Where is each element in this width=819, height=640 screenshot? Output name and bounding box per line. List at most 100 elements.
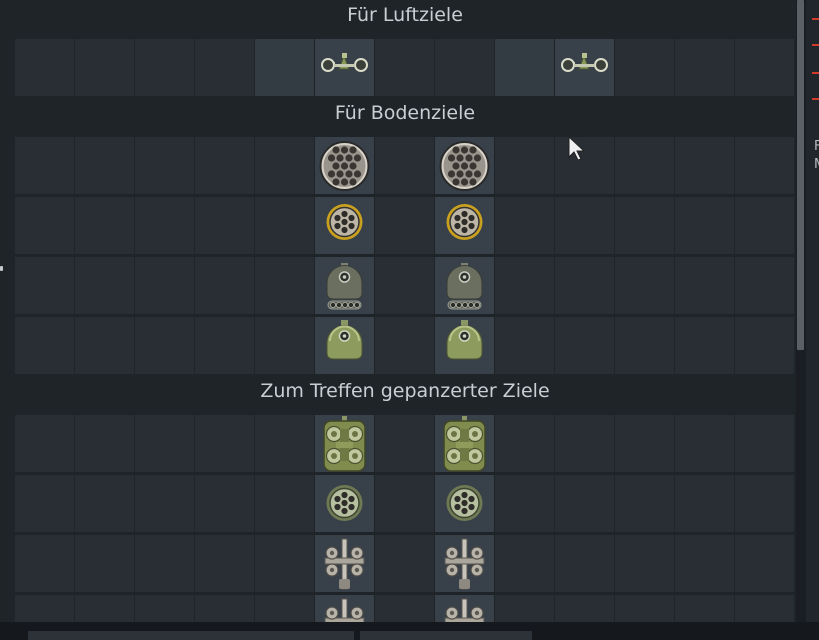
weapon-slot-cell[interactable] <box>375 257 434 314</box>
weapon-slot-cell[interactable] <box>555 257 614 314</box>
weapon-slot-cell[interactable] <box>195 317 254 374</box>
weapon-slot-cell[interactable] <box>555 317 614 374</box>
weapon-slot-cell[interactable] <box>135 257 194 314</box>
weapon-slot-cell[interactable] <box>675 39 734 96</box>
weapon-slot-cell[interactable] <box>735 535 794 592</box>
weapon-slot-cell[interactable] <box>15 535 74 592</box>
weapon-slot-cell[interactable] <box>75 137 134 194</box>
weapon-slot-cell[interactable] <box>75 595 134 622</box>
bottom-tab[interactable] <box>28 631 354 640</box>
weapon-slot-cell[interactable] <box>675 535 734 592</box>
weapon-slot-cell[interactable] <box>555 197 614 254</box>
weapon-slot-cell[interactable] <box>435 535 494 592</box>
weapon-slot-cell[interactable] <box>555 39 614 96</box>
weapon-slot-cell[interactable] <box>675 197 734 254</box>
weapon-slot-cell[interactable] <box>675 595 734 622</box>
weapon-slot-cell[interactable] <box>375 317 434 374</box>
weapon-slot-cell[interactable] <box>615 257 674 314</box>
weapon-slot-cell[interactable] <box>315 197 374 254</box>
weapon-slot-cell[interactable] <box>435 137 494 194</box>
weapon-slot-cell[interactable] <box>735 197 794 254</box>
weapon-slot-cell[interactable] <box>375 39 434 96</box>
weapon-slot-cell[interactable] <box>615 317 674 374</box>
bottom-tab[interactable] <box>360 631 532 640</box>
weapon-slot-cell[interactable] <box>615 197 674 254</box>
weapon-slot-cell[interactable] <box>375 197 434 254</box>
weapon-slot-cell[interactable] <box>615 39 674 96</box>
weapon-slot-cell[interactable] <box>375 595 434 622</box>
weapon-slot-cell[interactable] <box>75 475 134 532</box>
weapon-slot-cell[interactable] <box>255 137 314 194</box>
weapon-slot-cell[interactable] <box>615 535 674 592</box>
weapon-slot-cell[interactable] <box>315 415 374 472</box>
weapon-slot-cell[interactable] <box>15 39 74 96</box>
weapon-slot-cell[interactable] <box>135 475 194 532</box>
weapon-slot-cell[interactable] <box>435 257 494 314</box>
weapon-slot-cell[interactable] <box>135 317 194 374</box>
weapon-slot-cell[interactable] <box>555 415 614 472</box>
weapon-slot-cell[interactable] <box>195 475 254 532</box>
weapon-slot-cell[interactable] <box>255 535 314 592</box>
weapon-slot-cell[interactable] <box>495 535 554 592</box>
weapon-slot-cell[interactable] <box>495 415 554 472</box>
weapon-slot-cell[interactable] <box>615 475 674 532</box>
weapon-slot-cell[interactable] <box>315 317 374 374</box>
weapon-slot-cell[interactable] <box>555 475 614 532</box>
weapon-slot-cell[interactable] <box>735 415 794 472</box>
weapon-slot-cell[interactable] <box>15 595 74 622</box>
weapon-slot-cell[interactable] <box>195 595 254 622</box>
weapon-slot-cell[interactable] <box>435 595 494 622</box>
weapon-slot-cell[interactable] <box>255 197 314 254</box>
weapon-slot-cell[interactable] <box>315 257 374 314</box>
weapon-slot-cell[interactable] <box>435 317 494 374</box>
weapon-slot-cell[interactable] <box>75 257 134 314</box>
weapon-slot-cell[interactable] <box>675 317 734 374</box>
weapon-slot-cell[interactable] <box>495 317 554 374</box>
weapon-slot-cell[interactable] <box>75 535 134 592</box>
weapon-slot-cell[interactable] <box>675 257 734 314</box>
weapon-slot-cell[interactable] <box>255 39 314 96</box>
weapon-slot-cell[interactable] <box>15 475 74 532</box>
weapon-slot-cell[interactable] <box>315 39 374 96</box>
weapon-slot-cell[interactable] <box>195 197 254 254</box>
weapon-slot-cell[interactable] <box>735 595 794 622</box>
weapon-slot-cell[interactable] <box>15 197 74 254</box>
weapon-slot-cell[interactable] <box>375 475 434 532</box>
weapon-slot-cell[interactable] <box>735 317 794 374</box>
weapon-slot-cell[interactable] <box>15 317 74 374</box>
weapon-slot-cell[interactable] <box>375 535 434 592</box>
weapon-slot-cell[interactable] <box>75 197 134 254</box>
weapon-slot-cell[interactable] <box>555 535 614 592</box>
weapon-slot-cell[interactable] <box>195 415 254 472</box>
weapon-slot-cell[interactable] <box>495 39 554 96</box>
weapon-slot-cell[interactable] <box>195 257 254 314</box>
weapon-slot-cell[interactable] <box>255 317 314 374</box>
weapon-slot-cell[interactable] <box>375 137 434 194</box>
weapon-slot-cell[interactable] <box>255 415 314 472</box>
weapon-slot-cell[interactable] <box>675 137 734 194</box>
weapon-slot-cell[interactable] <box>495 137 554 194</box>
weapon-slot-cell[interactable] <box>135 197 194 254</box>
collapse-handle[interactable] <box>0 266 3 271</box>
weapon-slot-cell[interactable] <box>435 415 494 472</box>
weapon-slot-cell[interactable] <box>255 595 314 622</box>
weapon-slot-cell[interactable] <box>495 197 554 254</box>
weapon-slot-cell[interactable] <box>255 475 314 532</box>
weapon-slot-cell[interactable] <box>315 137 374 194</box>
weapon-slot-cell[interactable] <box>315 595 374 622</box>
weapon-slot-cell[interactable] <box>435 197 494 254</box>
weapon-slot-cell[interactable] <box>315 475 374 532</box>
weapon-slot-cell[interactable] <box>15 137 74 194</box>
weapon-slot-cell[interactable] <box>195 535 254 592</box>
weapon-slot-cell[interactable] <box>195 137 254 194</box>
weapon-slot-cell[interactable] <box>255 257 314 314</box>
weapon-slot-cell[interactable] <box>495 475 554 532</box>
weapon-slot-cell[interactable] <box>135 595 194 622</box>
weapon-slot-cell[interactable] <box>195 39 254 96</box>
weapon-slot-cell[interactable] <box>615 415 674 472</box>
weapon-slot-cell[interactable] <box>75 39 134 96</box>
weapon-slot-cell[interactable] <box>615 595 674 622</box>
weapon-slot-cell[interactable] <box>435 39 494 96</box>
weapon-slot-cell[interactable] <box>735 257 794 314</box>
weapon-slot-cell[interactable] <box>735 475 794 532</box>
